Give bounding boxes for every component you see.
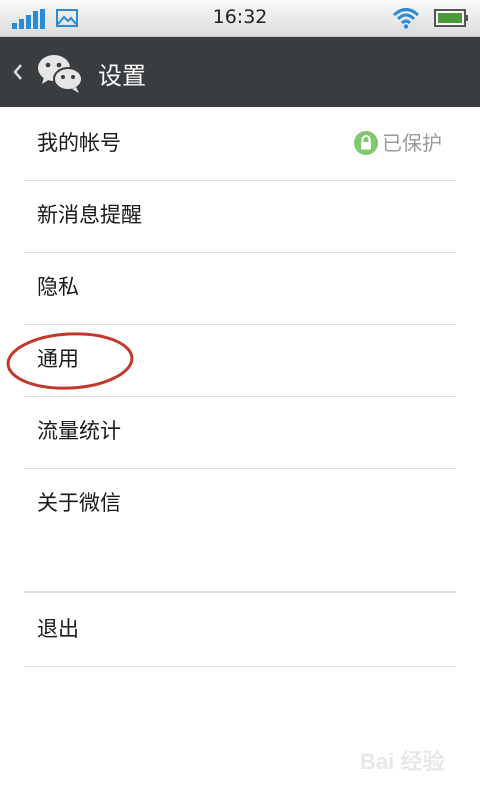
watermark: Bai 经验: [360, 749, 445, 774]
wifi-icon: [392, 8, 420, 29]
logout-label: 退出: [37, 617, 79, 641]
menu-item-label: 通用: [37, 347, 79, 371]
title-bar: 设置: [0, 37, 480, 107]
menu-item-label: 隐私: [37, 275, 79, 299]
back-icon[interactable]: [12, 62, 24, 82]
status-bar: 16:32: [0, 0, 480, 37]
lock-icon: [354, 131, 378, 155]
menu-item-label: 关于微信: [37, 491, 121, 515]
menu-item-data-usage[interactable]: 流量统计: [24, 396, 456, 469]
menu-item-label: 新消息提醒: [37, 203, 142, 227]
menu-item-my-account[interactable]: 我的帐号 已保护: [24, 108, 456, 181]
account-status-text: 已保护: [382, 131, 442, 155]
page-title: 设置: [98, 62, 146, 90]
section-divider: [24, 591, 456, 593]
menu-item-about-wechat[interactable]: 关于微信: [24, 468, 456, 540]
logout-button[interactable]: 退出: [24, 594, 456, 667]
menu-item-label: 流量统计: [37, 419, 121, 443]
account-status: 已保护: [354, 130, 444, 156]
menu-item-new-message-alerts[interactable]: 新消息提醒: [24, 180, 456, 253]
menu-item-label: 我的帐号: [37, 131, 121, 155]
menu-item-general[interactable]: 通用: [24, 324, 456, 397]
wechat-logo-icon: [38, 55, 83, 93]
battery-icon: [434, 9, 468, 27]
menu-item-privacy[interactable]: 隐私: [24, 252, 456, 325]
